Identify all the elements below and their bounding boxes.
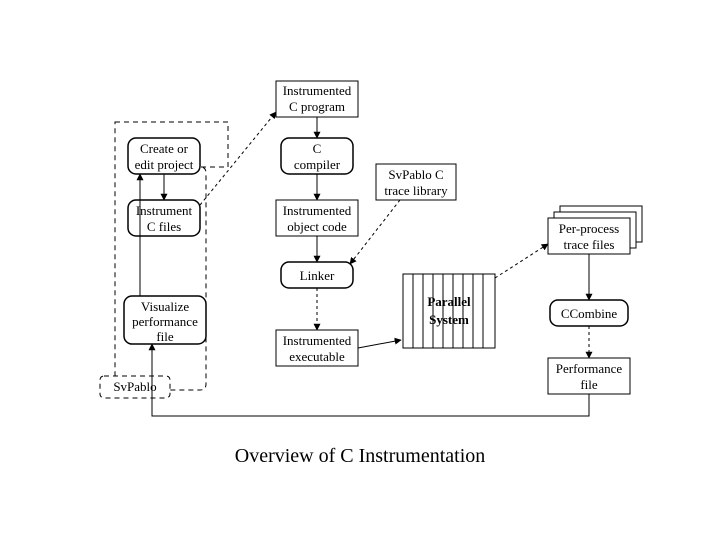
svg-text:C files: C files [147,219,181,234]
svg-text:trace files: trace files [564,237,615,252]
node-instrument-c-files: Instrument C files [128,200,200,236]
caption: Overview of C Instrumentation [235,445,486,467]
svg-text:Linker: Linker [300,268,335,283]
svg-text:trace library: trace library [384,183,448,198]
svg-text:file: file [156,329,174,344]
svg-text:performance: performance [132,314,198,329]
node-per-process-trace-files: Per-process trace files [548,206,642,254]
node-ccombine: CCombine [550,300,628,326]
node-performance-file: Performance file [548,358,630,394]
node-c-compiler: C compiler [281,138,353,174]
node-parallel-system: Parallel System [403,274,495,348]
svg-text:Per-process: Per-process [559,221,619,236]
svg-text:edit project: edit project [135,157,194,172]
svg-text:Instrumented: Instrumented [283,333,352,348]
svg-text:System: System [429,312,469,327]
edges [140,112,589,416]
svg-text:Performance: Performance [556,361,623,376]
svg-text:Instrument: Instrument [136,203,193,218]
svg-text:Create or: Create or [140,141,189,156]
svg-text:Visualize: Visualize [141,299,190,314]
svg-text:object code: object code [287,219,347,234]
svg-text:executable: executable [289,349,345,364]
svg-text:C: C [313,141,322,156]
node-instrumented-executable: Instrumented executable [276,330,358,366]
svg-text:Parallel: Parallel [427,294,471,309]
svpablo-label: SvPablo [113,379,156,394]
svg-text:compiler: compiler [294,157,341,172]
node-instrumented-c-program: Instrumented C program [276,81,358,117]
node-visualize-performance-file: Visualize performance file [124,296,206,344]
svg-text:Instrumented: Instrumented [283,203,352,218]
node-instrumented-object-code: Instrumented object code [276,200,358,236]
node-linker: Linker [281,262,353,288]
svg-text:file: file [580,377,598,392]
svg-text:C program: C program [289,99,345,114]
node-create-edit-project: Create or edit project [128,138,200,174]
svg-text:CCombine: CCombine [561,306,618,321]
svg-text:Instrumented: Instrumented [283,83,352,98]
svg-text:SvPablo C: SvPablo C [388,167,443,182]
node-trace-library: SvPablo C trace library [376,164,456,200]
